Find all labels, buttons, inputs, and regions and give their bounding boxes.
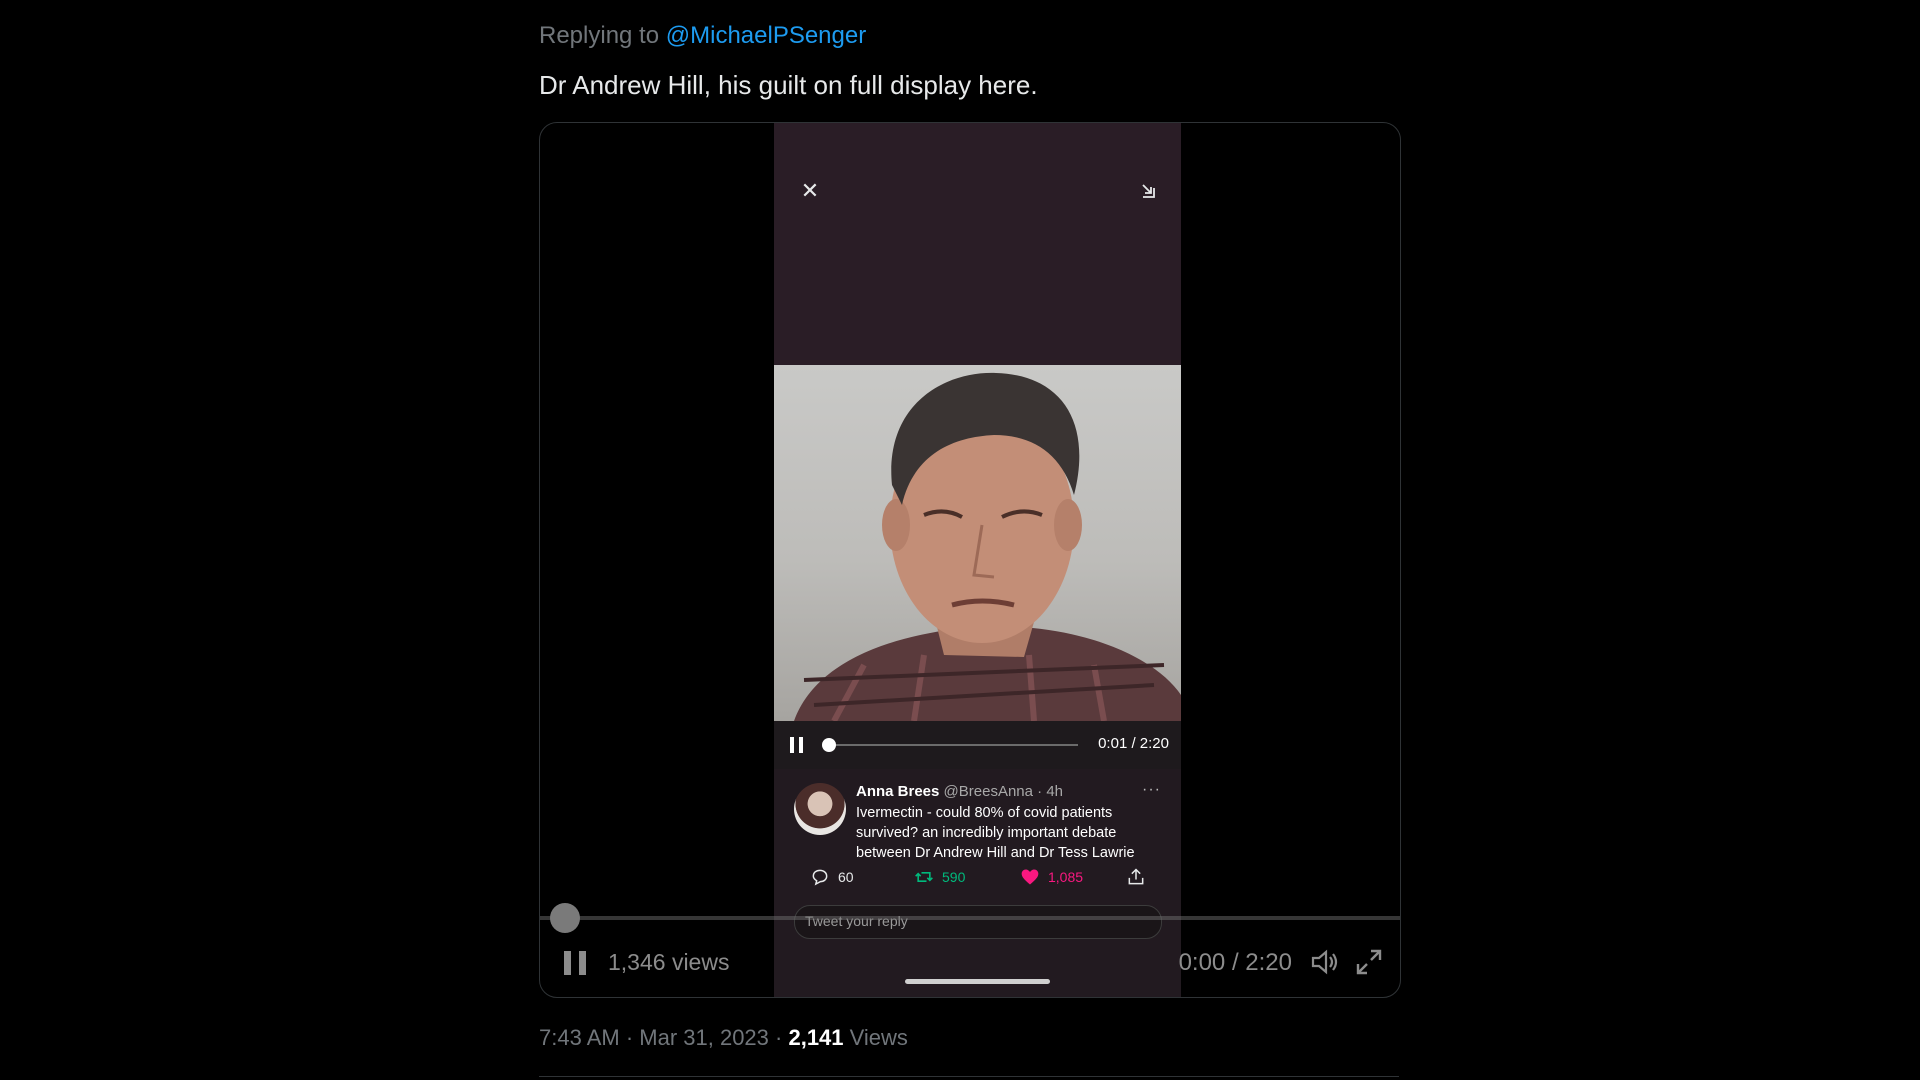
embedded-tweet-body: Ivermectin - could 80% of covid patients… — [856, 805, 1135, 861]
like-count: 1,085 — [1048, 869, 1084, 885]
views-label: Views — [843, 1025, 908, 1050]
home-indicator — [905, 979, 1050, 984]
embedded-tweet: Anna Brees @BreesAnna · 4h ··· Ivermecti… — [774, 769, 1181, 997]
reply-box: Tweet your reply — [794, 905, 1162, 939]
share-icon — [1128, 868, 1144, 885]
inner-time-readout: 0:01 / 2:20 — [1098, 735, 1169, 752]
inner-scrub-track — [824, 744, 1078, 746]
author-handle: @BreesAnna — [943, 783, 1033, 800]
tweet-page: Replying to @MichaelPSenger Dr Andrew Hi… — [0, 0, 1920, 1080]
embedded-tweet-meta: Anna Brees @BreesAnna · 4h — [856, 783, 1063, 800]
mention-link[interactable]: @MichaelPSenger — [666, 22, 866, 49]
video-scrub-handle[interactable] — [550, 903, 580, 933]
speaker-video-frame — [774, 365, 1181, 721]
share-action — [1126, 867, 1146, 887]
inner-pause-icon — [790, 737, 806, 753]
author-name: Anna Brees — [856, 783, 940, 800]
reply-action: 60 — [810, 867, 854, 887]
tweet-view-count: 2,141 — [788, 1025, 844, 1050]
embedded-tweet-actions: 60 590 1,085 — [774, 867, 1181, 891]
like-icon — [1021, 869, 1039, 885]
video-player[interactable]: ✕ 0:01 / 2:20 Anna Brees @BreesAnna · 4h… — [539, 122, 1401, 998]
like-action: 1,085 — [1020, 867, 1083, 887]
inner-scrub-thumb — [821, 738, 836, 752]
minimize-icon — [1142, 184, 1155, 198]
retweet-count: 590 — [942, 869, 966, 885]
tweet-text: Dr Andrew Hill, his guilt on full displa… — [539, 70, 1038, 100]
avatar — [794, 783, 846, 835]
retweet-icon — [915, 872, 933, 882]
reply-icon — [812, 869, 828, 886]
tweet-timestamp: 7:43 AM · Mar 31, 2023 · 2,141 Views — [539, 1025, 908, 1051]
tweet-age: · 4h — [1037, 783, 1064, 800]
video-views: 1,346 views — [608, 949, 730, 975]
video-time: 0:00 / 2:20 — [1178, 949, 1292, 976]
inner-video-controls: 0:01 / 2:20 — [774, 721, 1181, 769]
reply-count: 60 — [838, 869, 854, 885]
timestamp-text: 7:43 AM · Mar 31, 2023 · — [539, 1025, 789, 1050]
retweet-action: 590 — [914, 867, 965, 887]
volume-icon[interactable] — [1310, 947, 1340, 977]
video-progress-bar[interactable] — [540, 916, 1400, 920]
more-icon: ··· — [1142, 781, 1161, 798]
fullscreen-icon[interactable] — [1354, 947, 1384, 977]
replying-to-line: Replying to @MichaelPSenger — [539, 22, 866, 50]
replying-to-label: Replying to — [539, 22, 666, 49]
video-content: ✕ 0:01 / 2:20 Anna Brees @BreesAnna · 4h… — [774, 123, 1181, 997]
pause-button[interactable] — [564, 951, 588, 975]
speaker-figure — [794, 372, 1181, 721]
divider — [539, 1076, 1399, 1077]
close-icon: ✕ — [800, 178, 820, 203]
